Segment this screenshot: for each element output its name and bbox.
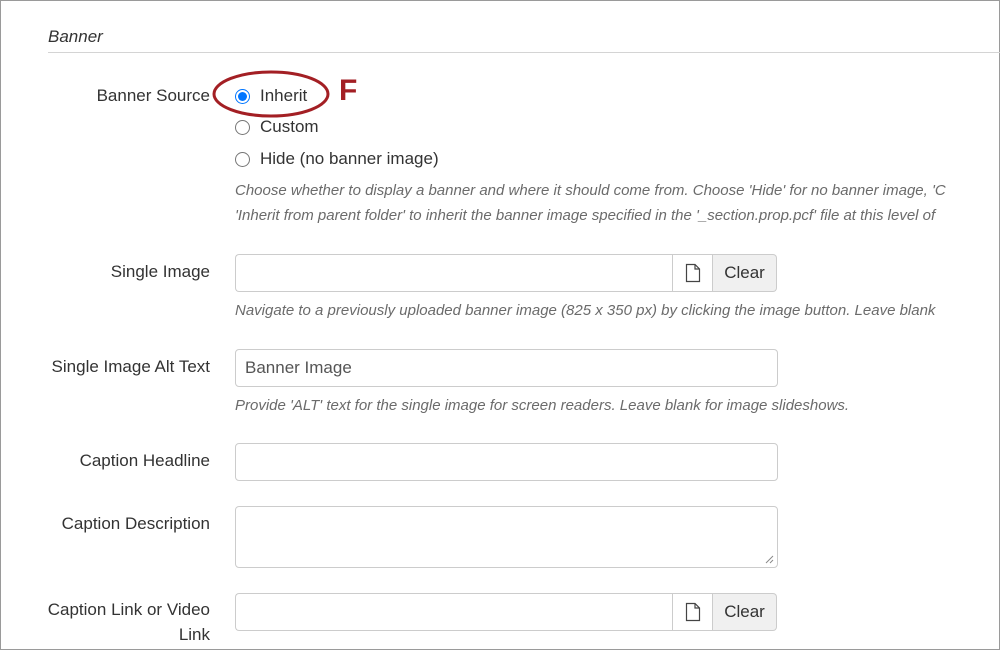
radio-hide-label[interactable]: Hide (no banner image) — [260, 149, 439, 169]
radio-option-hide[interactable]: Hide (no banner image) — [235, 147, 439, 171]
alt-text-help: Provide 'ALT' text for the single image … — [235, 397, 850, 414]
caption-link-file-group: Clear — [235, 593, 777, 631]
alt-text-input[interactable]: Banner Image — [235, 349, 778, 387]
caption-link-label-line2: Link — [178, 625, 210, 644]
single-image-input[interactable] — [235, 254, 672, 292]
banner-source-help-line1: Choose whether to display a banner and w… — [235, 182, 946, 199]
banner-source-label: Banner Source — [96, 86, 210, 105]
single-image-file-group: Clear — [235, 254, 777, 292]
caption-link-input[interactable] — [235, 593, 672, 631]
resize-grip-icon[interactable] — [764, 554, 774, 564]
alt-text-label: Single Image Alt Text — [51, 357, 210, 376]
single-image-browse-button[interactable] — [672, 254, 713, 292]
single-image-help: Navigate to a previously uploaded banner… — [235, 302, 936, 319]
single-image-label: Single Image — [110, 262, 210, 281]
caption-headline-label: Caption Headline — [79, 451, 210, 470]
section-title: Banner — [48, 27, 103, 46]
caption-link-browse-button[interactable] — [672, 593, 713, 631]
caption-description-label: Caption Description — [61, 514, 210, 533]
caption-link-label-line1: Caption Link or Video — [47, 600, 210, 619]
annotation-letter: F — [339, 74, 358, 107]
caption-description-textarea[interactable] — [235, 506, 778, 568]
section-divider — [48, 52, 1000, 53]
banner-source-help-line2: 'Inherit from parent folder' to inherit … — [235, 207, 936, 224]
annotation-ellipse — [212, 70, 330, 118]
file-icon — [685, 263, 700, 283]
radio-hide-button[interactable] — [235, 151, 250, 167]
caption-headline-input[interactable] — [235, 443, 778, 481]
radio-custom-button[interactable] — [235, 119, 250, 135]
caption-link-clear-button[interactable]: Clear — [713, 593, 777, 631]
single-image-clear-button[interactable]: Clear — [713, 254, 777, 292]
radio-custom-label[interactable]: Custom — [260, 117, 319, 137]
file-icon — [685, 602, 700, 622]
